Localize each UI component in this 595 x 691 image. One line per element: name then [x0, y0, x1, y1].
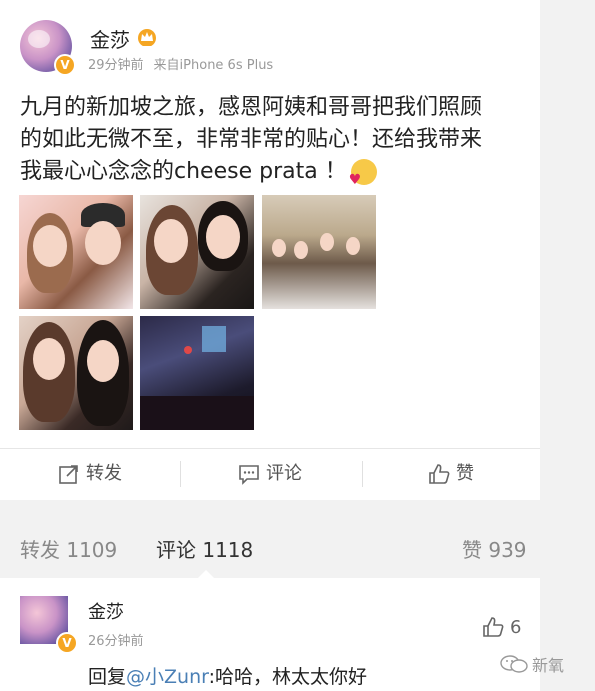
photo-thumbnail[interactable]	[140, 316, 254, 430]
post-content-line: 的如此无微不至，非常非常的贴心！还给我带来	[20, 127, 483, 152]
verified-badge-icon: V	[56, 632, 78, 654]
post-content-line: 九月的新加坡之旅，感恩阿姨和哥哥把我们照顾	[20, 95, 483, 120]
thumbs-up-icon	[483, 617, 504, 637]
tab-reposts[interactable]: 转发 1109	[20, 534, 117, 563]
repost-icon	[59, 465, 78, 484]
photo-thumbnail[interactable]	[19, 316, 133, 430]
like-button[interactable]: 赞	[428, 449, 474, 499]
post-content-line: 我最心心念念的cheese prata ！	[20, 159, 347, 184]
active-tab-indicator	[198, 570, 214, 578]
post-username[interactable]: 金莎	[90, 24, 130, 53]
photo-thumbnail[interactable]	[19, 195, 133, 309]
stats-bar: 转发 1109 评论 1118 赞 939	[0, 518, 540, 576]
repost-button[interactable]: 转发	[58, 449, 122, 499]
repost-label: 转发	[86, 463, 122, 484]
comment-item: V 金莎 26分钟前 6 回复@小Zunr:哈哈，林太太你好	[0, 578, 540, 691]
comment-text: 回复@小Zunr:哈哈，林太太你好	[88, 662, 367, 689]
watermark-label: 新氧	[532, 656, 565, 675]
post-content: 九月的新加坡之旅，感恩阿姨和哥哥把我们照顾 的如此无微不至，非常非常的贴心！还给…	[20, 92, 520, 188]
mention-link[interactable]: @小Zunr	[126, 666, 209, 688]
crown-icon	[138, 29, 156, 46]
comment-time: 26分钟前	[88, 634, 144, 649]
post-time: 29分钟前	[88, 58, 144, 73]
reply-prefix: 回复	[88, 666, 127, 688]
photo-thumbnail[interactable]	[262, 195, 376, 309]
divider	[180, 461, 181, 487]
comment-like-button[interactable]: 6	[482, 616, 521, 638]
photo-thumbnail[interactable]	[140, 195, 254, 309]
post-content-line-last: 我最心心念念的cheese prata ！ ♥	[20, 156, 520, 188]
like-icon	[429, 464, 450, 484]
like-label: 赞	[456, 463, 474, 484]
divider	[362, 461, 363, 487]
post-source: 来自iPhone 6s Plus	[153, 58, 274, 73]
post-card: V 金莎 29分钟前 来自iPhone 6s Plus 九月的新加坡之旅，感恩阿姨…	[0, 0, 540, 500]
comment-label: 评论	[266, 463, 302, 484]
reply-text: :哈哈，林太太你好	[208, 666, 367, 688]
emoji-icon: ♥	[349, 159, 377, 187]
comment-button[interactable]: 评论	[238, 449, 302, 499]
watermark: 新氧	[500, 652, 564, 676]
verified-badge-icon: V	[54, 54, 76, 76]
comment-like-count: 6	[510, 616, 522, 638]
tab-likes[interactable]: 赞 939	[462, 534, 527, 563]
tab-comments[interactable]: 评论 1118	[156, 534, 253, 563]
comment-icon	[239, 465, 259, 485]
action-bar: 转发 评论 赞	[0, 448, 540, 499]
post-meta: 29分钟前 来自iPhone 6s Plus	[88, 54, 273, 73]
comment-username[interactable]: 金莎	[88, 598, 124, 624]
wechat-icon	[500, 655, 528, 673]
